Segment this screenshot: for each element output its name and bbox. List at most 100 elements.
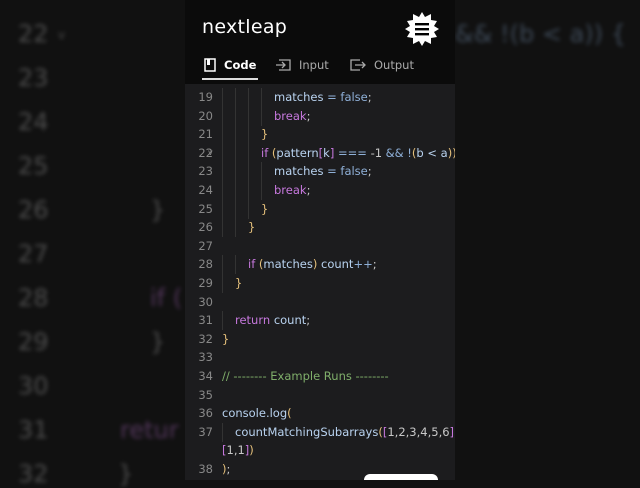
code-token: = xyxy=(323,90,341,104)
bg-line-number: 30 xyxy=(18,372,49,400)
code-token: } xyxy=(248,220,256,235)
indent-guide xyxy=(261,162,262,182)
bg-code: retur xyxy=(120,416,179,444)
bg-line-number: 28 xyxy=(18,284,49,312)
code-token: count xyxy=(317,257,354,272)
code-line: 20 break; xyxy=(185,106,455,126)
line-number: 25 xyxy=(198,201,213,216)
code-viewer-panel: nextleap Code Input Output 19 matches = f… xyxy=(185,0,455,480)
code-text: [1,1]) xyxy=(222,441,254,459)
line-number: 21 xyxy=(198,127,213,142)
code-line: 23 matches = false; xyxy=(185,162,455,182)
code-line: 33 xyxy=(185,348,455,366)
code-token: false xyxy=(340,164,368,179)
active-tab-underline xyxy=(202,78,258,80)
code-line: 22vif (pattern[k] === -1 && !(b < a)) { xyxy=(185,143,455,163)
line-number: 27 xyxy=(198,238,213,253)
code-text: } xyxy=(261,200,268,218)
code-line: 37 countMatchingSubarrays([1,2,3,4,5,6], xyxy=(185,422,455,442)
code-text: } xyxy=(222,330,229,348)
code-token: pattern xyxy=(276,145,319,160)
indent-guide xyxy=(222,255,223,275)
line-number: 32 xyxy=(198,331,213,346)
code-token: if xyxy=(248,257,259,272)
code-line: 27 xyxy=(185,237,455,255)
code-token: 1,1 xyxy=(226,443,245,458)
line-number: 38 xyxy=(198,462,213,476)
bg-line-number: 23 xyxy=(18,64,49,92)
code-line: [1,1]) xyxy=(185,441,455,459)
bg-line-number: 27 xyxy=(18,240,49,268)
code-token: } xyxy=(222,331,230,346)
code-token: break xyxy=(274,183,307,197)
line-number: 20 xyxy=(198,108,213,123)
indent-guide xyxy=(222,218,223,238)
indent-guide xyxy=(235,255,236,275)
indent-guide xyxy=(222,199,223,219)
code-line: 30 xyxy=(185,293,455,311)
code-text: matches = false; xyxy=(274,88,372,106)
code-text: console.log( xyxy=(222,404,292,422)
tab-label: Input xyxy=(299,58,329,72)
logo: nextleap xyxy=(202,16,288,38)
indent-guide xyxy=(235,218,236,238)
code-token: count xyxy=(273,313,307,328)
code-line: 35 xyxy=(185,386,455,404)
code-token: } xyxy=(235,276,243,290)
bg-line-number: 26 xyxy=(18,196,49,224)
indent-guide xyxy=(222,88,223,107)
code-token: break xyxy=(274,108,307,123)
code-token: b < a xyxy=(416,145,448,160)
code-line: 24 break; xyxy=(185,181,455,200)
code-text: matches = false; xyxy=(274,162,372,180)
indent-guide xyxy=(248,199,249,219)
line-number: 34 xyxy=(198,369,213,383)
indent-guide xyxy=(222,106,223,126)
code-line: 28 if (matches) count++; xyxy=(185,255,455,275)
bg-line-number: 29 xyxy=(18,328,49,356)
line-number: 30 xyxy=(198,294,213,309)
code-token: 1,2,3,4,5,6 xyxy=(387,424,450,439)
bg-line-number: 31 xyxy=(18,416,49,444)
bg-code: if ( xyxy=(150,284,183,312)
code-text: if (matches) count++; xyxy=(248,255,377,273)
code-token: } xyxy=(261,127,269,142)
code-token: ; xyxy=(306,183,311,197)
code-line: 32} xyxy=(185,330,455,348)
bg-line-number: 24 xyxy=(18,108,49,136)
code-line: 36 console.log( xyxy=(185,404,455,422)
code-text: } xyxy=(235,274,242,292)
code-token: k xyxy=(323,145,330,160)
code-file-icon xyxy=(204,58,216,72)
line-number: 31 xyxy=(198,313,213,328)
output-arrow-icon xyxy=(350,59,366,71)
code-token: = xyxy=(323,164,341,179)
line-number: 23 xyxy=(198,164,213,179)
code-text: return count; xyxy=(235,311,310,329)
code-line: 34 // -------- Example Runs -------- xyxy=(185,367,455,385)
indent-guide xyxy=(248,125,249,145)
floating-button[interactable] xyxy=(364,474,438,480)
code-token: countMatchingSubarrays xyxy=(235,424,379,439)
tab-input[interactable]: Input xyxy=(275,58,329,72)
indent-guide xyxy=(235,125,236,145)
code-token: ; xyxy=(367,90,372,104)
code-token: matches xyxy=(263,257,313,272)
line-number: 29 xyxy=(198,276,213,290)
code-text: // -------- Example Runs -------- xyxy=(222,367,389,385)
tab-label: Output xyxy=(374,58,414,72)
code-line: 21} xyxy=(185,125,455,145)
code-token: ; xyxy=(306,108,311,123)
tab-code[interactable]: Code xyxy=(204,58,256,72)
line-number: 36 xyxy=(198,406,213,421)
bg-line-number: 32 xyxy=(18,460,49,488)
code-token: ; xyxy=(367,164,372,179)
bg-line-number: 25 xyxy=(18,152,49,180)
code-token: ; xyxy=(306,313,311,328)
fold-chevron-icon[interactable]: v xyxy=(208,144,213,162)
tab-output[interactable]: Output xyxy=(350,58,414,72)
header: nextleap Code Input Output xyxy=(185,0,455,84)
menu-icon[interactable] xyxy=(405,12,439,46)
code-text: ); xyxy=(222,460,230,478)
code-text: } xyxy=(248,218,255,236)
